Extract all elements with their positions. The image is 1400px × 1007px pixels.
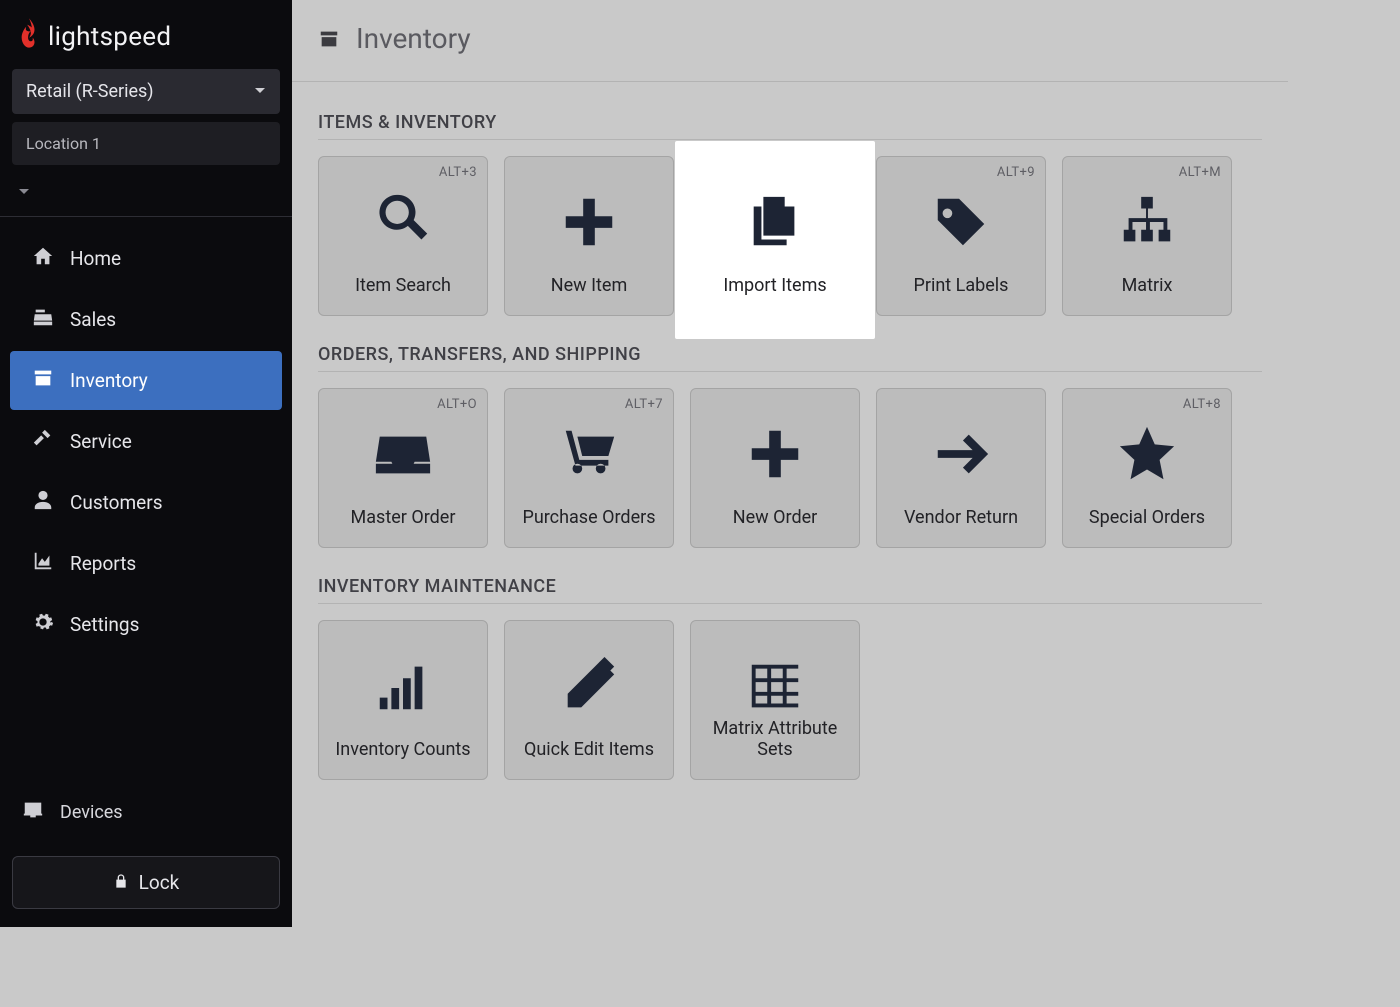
tile-label: New Order — [725, 507, 826, 529]
sidebar-item-home[interactable]: Home — [10, 229, 282, 288]
page-title: Inventory — [356, 22, 471, 55]
sidebar-item-devices[interactable]: Devices — [0, 785, 292, 840]
sidebar-item-reports[interactable]: Reports — [10, 534, 282, 593]
page-header: Inventory — [292, 0, 1288, 82]
search-icon — [372, 191, 434, 257]
tile-import-items[interactable]: Import Items — [690, 156, 860, 316]
tile-quick-edit-items[interactable]: Quick Edit Items — [504, 620, 674, 780]
section-title: ORDERS, TRANSFERS, AND SHIPPING — [318, 344, 1262, 372]
sidebar-item-label: Settings — [70, 613, 139, 636]
tile-row: Inventory Counts Quick Edit Items Matrix A… — [318, 620, 1262, 780]
section-title: INVENTORY MAINTENANCE — [318, 576, 1262, 604]
sidebar-item-settings[interactable]: Settings — [10, 595, 282, 654]
content-area: ITEMS & INVENTORY ALT+3 Item Search New Ite… — [292, 82, 1288, 812]
keyboard-shortcut: ALT+8 — [1183, 397, 1221, 412]
archive-icon — [318, 28, 340, 50]
tile-label: Special Orders — [1081, 507, 1213, 529]
tile-item-search[interactable]: ALT+3 Item Search — [318, 156, 488, 316]
tile-label: Import Items — [715, 275, 834, 297]
tile-label: Inventory Counts — [327, 739, 478, 761]
sitemap-icon — [1116, 191, 1178, 257]
tile-master-order[interactable]: ALT+O Master Order — [318, 388, 488, 548]
sidebar-item-label: Sales — [70, 308, 116, 331]
tile-label: Quick Edit Items — [516, 739, 662, 761]
sidebar-selectors: Retail (R-Series) Location 1 — [0, 69, 292, 173]
copy-icon — [744, 191, 806, 257]
product-selector[interactable]: Retail (R-Series) — [12, 69, 280, 114]
sidebar-item-label: Devices — [60, 802, 123, 823]
sidebar-item-label: Customers — [70, 491, 163, 514]
star-icon — [1116, 423, 1178, 489]
spacer — [0, 656, 292, 785]
main-content: Inventory ITEMS & INVENTORY ALT+3 Item Sea… — [292, 0, 1288, 927]
tile-label: Purchase Orders — [514, 507, 663, 529]
sidebar-item-label: Reports — [70, 552, 136, 575]
arrow-right-icon — [930, 423, 992, 489]
tile-special-orders[interactable]: ALT+8 Special Orders — [1062, 388, 1232, 548]
hammer-icon — [32, 428, 54, 455]
sidebar-item-customers[interactable]: Customers — [10, 473, 282, 532]
keyboard-shortcut: ALT+7 — [625, 397, 663, 412]
sidebar-item-sales[interactable]: Sales — [10, 290, 282, 349]
sidebar-item-label: Inventory — [70, 369, 148, 392]
lock-button[interactable]: Lock — [12, 856, 280, 909]
tag-icon — [930, 191, 992, 257]
tile-label: Master Order — [343, 507, 464, 529]
lock-button-label: Lock — [139, 871, 180, 894]
chart-icon — [32, 550, 54, 577]
keyboard-shortcut: ALT+M — [1179, 165, 1221, 180]
gear-icon — [32, 611, 54, 638]
pencil-icon — [558, 655, 620, 721]
sidebar-collapse-toggle[interactable] — [0, 173, 292, 210]
sidebar-nav: Home Sales Inventory Service Customers R… — [0, 221, 292, 656]
grid-icon — [744, 655, 806, 721]
tile-print-labels[interactable]: ALT+9 Print Labels — [876, 156, 1046, 316]
cash-register-icon — [32, 306, 54, 333]
location-selector-label: Location 1 — [26, 134, 101, 153]
sidebar-item-service[interactable]: Service — [10, 412, 282, 471]
sidebar-item-label: Home — [70, 247, 121, 270]
divider — [0, 216, 292, 217]
keyboard-shortcut: ALT+O — [437, 397, 477, 412]
location-selector[interactable]: Location 1 — [12, 122, 280, 165]
tile-label: New Item — [543, 275, 636, 297]
tile-matrix[interactable]: ALT+M Matrix — [1062, 156, 1232, 316]
tile-vendor-return[interactable]: Vendor Return — [876, 388, 1046, 548]
tile-purchase-orders[interactable]: ALT+7 Purchase Orders — [504, 388, 674, 548]
plus-icon — [558, 191, 620, 257]
tile-label: Matrix Attribute Sets — [691, 718, 859, 761]
home-icon — [32, 245, 54, 272]
brand-name: lightspeed — [48, 22, 171, 52]
keyboard-shortcut: ALT+3 — [439, 165, 477, 180]
tile-inventory-counts[interactable]: Inventory Counts — [318, 620, 488, 780]
lock-icon — [113, 871, 129, 894]
tile-label: Item Search — [347, 275, 459, 297]
plus-icon — [744, 423, 806, 489]
keyboard-shortcut: ALT+9 — [997, 165, 1035, 180]
user-icon — [32, 489, 54, 516]
cart-icon — [558, 423, 620, 489]
sidebar: lightspeed Retail (R-Series) Location 1 … — [0, 0, 292, 927]
brand-logo: lightspeed — [0, 0, 292, 69]
sidebar-item-label: Service — [70, 430, 132, 453]
product-selector-label: Retail (R-Series) — [26, 81, 154, 102]
monitor-icon — [22, 799, 44, 826]
tile-row: ALT+3 Item Search New Item Import Items ALT+… — [318, 156, 1262, 316]
bars-icon — [372, 655, 434, 721]
inbox-icon — [372, 423, 434, 489]
archive-icon — [32, 367, 54, 394]
chevron-down-icon — [254, 81, 266, 102]
tile-new-order[interactable]: New Order — [690, 388, 860, 548]
tile-row: ALT+O Master Order ALT+7 Purchase Orders New… — [318, 388, 1262, 548]
tile-label: Vendor Return — [896, 507, 1026, 529]
tile-new-item[interactable]: New Item — [504, 156, 674, 316]
flame-icon — [18, 18, 40, 55]
tile-label: Matrix — [1114, 275, 1181, 297]
section-title: ITEMS & INVENTORY — [318, 112, 1262, 140]
sidebar-item-inventory[interactable]: Inventory — [10, 351, 282, 410]
tile-matrix-attribute-sets[interactable]: Matrix Attribute Sets — [690, 620, 860, 780]
tile-label: Print Labels — [906, 275, 1017, 297]
